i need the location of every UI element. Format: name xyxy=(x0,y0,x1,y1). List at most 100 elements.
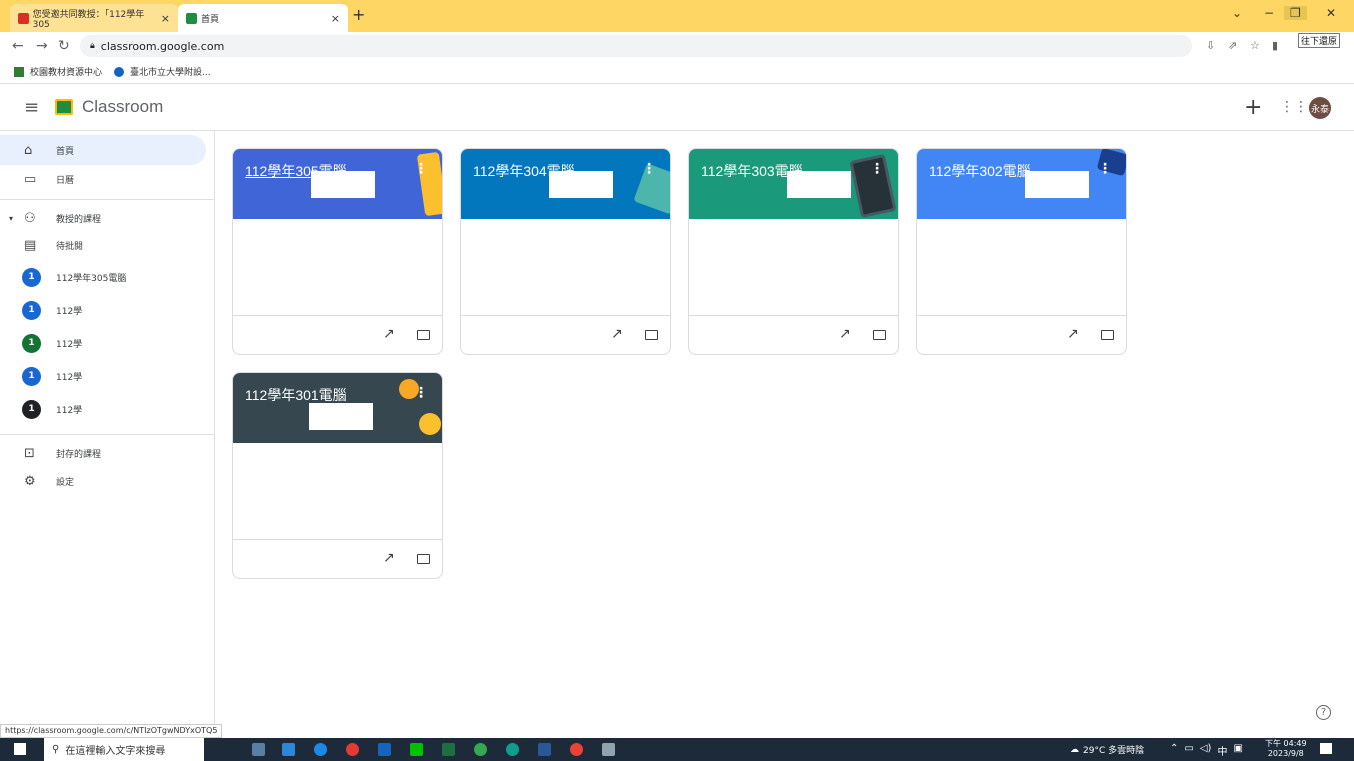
minimize-button[interactable]: − xyxy=(1264,6,1274,20)
tooltip: 往下還原 xyxy=(1298,33,1341,48)
sidebar-item-class[interactable]: 1 112學年305電腦 xyxy=(0,262,206,292)
windows-start-icon[interactable] xyxy=(14,743,26,755)
task-view-icon[interactable] xyxy=(252,743,265,756)
browser-tab-gmail[interactable]: 您受邀共同教授：「112學年305 × xyxy=(10,4,178,32)
bookmark-item[interactable]: 校園教材資源中心 xyxy=(30,65,102,78)
app-icon[interactable] xyxy=(378,743,391,756)
bookmark-favicon-icon xyxy=(14,66,24,77)
more-options-icon[interactable]: ⋮ xyxy=(870,161,884,177)
class-card[interactable]: 112學年302電腦 ⋮ ↗ xyxy=(916,148,1127,355)
sidebar-item-label: 112學 xyxy=(56,372,83,383)
tab-search-icon[interactable]: ⌄ xyxy=(1232,6,1242,20)
more-options-icon[interactable]: ⋮ xyxy=(414,161,428,177)
class-card[interactable]: 112學年301電腦 ⋮ ↗ xyxy=(232,372,443,579)
help-icon[interactable]: ? xyxy=(1316,705,1331,720)
forward-icon[interactable]: → xyxy=(36,38,48,54)
trending-icon[interactable]: ↗ xyxy=(1067,326,1079,342)
notification-icon[interactable] xyxy=(1320,743,1332,754)
new-tab-button[interactable]: + xyxy=(352,5,365,24)
volume-icon[interactable]: ◁) xyxy=(1200,743,1212,758)
folder-icon[interactable] xyxy=(1101,330,1114,340)
restore-button[interactable]: ❐ xyxy=(1284,6,1307,20)
sidebar-item-calendar[interactable]: ▭ 日曆 xyxy=(0,164,206,194)
search-icon: ⚲ xyxy=(52,744,60,755)
taskbar-clock[interactable]: 下午 04:49 2023/9/8 xyxy=(1265,739,1307,759)
close-icon[interactable]: × xyxy=(331,12,340,25)
back-icon[interactable]: ← xyxy=(12,38,24,54)
edge-legacy-icon[interactable] xyxy=(314,743,327,756)
chrome-icon[interactable] xyxy=(570,743,583,756)
add-class-button[interactable]: + xyxy=(1244,95,1262,120)
weather-text: 29°C 多雲時陰 xyxy=(1083,746,1145,756)
weather-widget[interactable]: ☁ 29°C 多雲時陰 xyxy=(1070,743,1145,757)
browser-tab-classroom[interactable]: 首頁 × xyxy=(178,4,348,32)
chrome-icon[interactable] xyxy=(346,743,359,756)
chevron-up-icon[interactable]: ⌃ xyxy=(1170,743,1178,758)
excel-icon[interactable] xyxy=(442,743,455,756)
trending-icon[interactable]: ↗ xyxy=(839,326,851,342)
sidebar: ⌂ 首頁 ▭ 日曆 ▾ ⚇ 教授的課程 ▤ 待批閱 1 112學年305電腦 1… xyxy=(0,131,215,730)
file-explorer-icon[interactable] xyxy=(282,743,295,756)
address-bar[interactable]: 🔒︎ classroom.google.com xyxy=(80,35,1192,57)
sidebar-item-to-review[interactable]: ▤ 待批閱 xyxy=(0,230,206,260)
sidebar-item-class[interactable]: 1 112學 xyxy=(0,394,206,424)
app-icon[interactable] xyxy=(602,743,615,756)
card-footer: ↗ xyxy=(917,315,1126,354)
ime-indicator[interactable]: 中 xyxy=(1217,743,1227,758)
sidebar-item-class[interactable]: 1 112學 xyxy=(0,361,206,391)
sidebar-item-label: 112學 xyxy=(56,339,83,350)
taskbar-search[interactable]: ⚲ 在這裡輸入文字來搜尋 xyxy=(44,738,204,761)
redacted-box xyxy=(1025,171,1089,198)
close-icon[interactable]: × xyxy=(161,12,170,25)
sidebar-item-class[interactable]: 1 112學 xyxy=(0,295,206,325)
redacted-box xyxy=(549,171,613,198)
more-options-icon[interactable]: ⋮ xyxy=(414,385,428,401)
card-footer: ↗ xyxy=(461,315,670,354)
taskbar: ⚲ 在這裡輸入文字來搜尋 ☁ 29°C 多雲時陰 ⌃ ▭ ◁) 中 ▣ 下午 0… xyxy=(0,738,1354,761)
bookmark-item[interactable]: 臺北市立大學附設... xyxy=(130,65,211,78)
card-footer: ↗ xyxy=(689,315,898,354)
date: 2023/9/8 xyxy=(1267,749,1304,758)
archive-icon: ⊡ xyxy=(24,445,35,461)
bookmarks-bar: 校園教材資源中心 臺北市立大學附設... xyxy=(0,60,1354,84)
line-icon[interactable] xyxy=(410,743,423,756)
sidebar-item-settings[interactable]: ⚙ 設定 xyxy=(0,466,206,496)
chrome-icon[interactable] xyxy=(474,743,487,756)
avatar[interactable]: 永泰 xyxy=(1309,97,1331,119)
network-icon[interactable]: ▭ xyxy=(1184,743,1193,758)
card-title[interactable]: 112學年301電腦 xyxy=(245,385,347,405)
class-card[interactable]: 112學年305電腦 ⋮ ↗ xyxy=(232,148,443,355)
close-window-button[interactable]: ✕ xyxy=(1326,6,1336,20)
sidebar-item-home[interactable]: ⌂ 首頁 xyxy=(0,135,206,165)
cloud-icon: ☁ xyxy=(1070,744,1079,755)
word-icon[interactable] xyxy=(538,743,551,756)
sidebar-item-label: 待批閱 xyxy=(56,241,84,252)
trending-icon[interactable]: ↗ xyxy=(383,326,395,342)
side-panel-icon[interactable]: ▮ xyxy=(1272,39,1278,52)
keyboard-icon[interactable]: ▣ xyxy=(1233,743,1242,758)
card-banner xyxy=(917,149,1126,219)
main-menu-icon[interactable]: ≡ xyxy=(24,97,39,118)
app-title[interactable]: Classroom xyxy=(82,97,163,117)
install-icon[interactable]: ⇩ xyxy=(1206,39,1215,52)
class-card[interactable]: 112學年303電腦 ⋮ ↗ xyxy=(688,148,899,355)
folder-icon[interactable] xyxy=(417,330,430,340)
card-title[interactable]: 112學年302電腦 xyxy=(929,161,1031,181)
trending-icon[interactable]: ↗ xyxy=(383,550,395,566)
class-card[interactable]: 112學年304電腦 ⋮ ↗ xyxy=(460,148,671,355)
divider xyxy=(0,434,214,435)
folder-icon[interactable] xyxy=(873,330,886,340)
folder-icon[interactable] xyxy=(645,330,658,340)
sidebar-item-class[interactable]: 1 112學 xyxy=(0,328,206,358)
sidebar-item-label: 112學年305電腦 xyxy=(56,273,127,284)
more-options-icon[interactable]: ⋮ xyxy=(1098,161,1112,177)
reload-icon[interactable]: ↻ xyxy=(58,38,70,54)
edge-icon[interactable] xyxy=(506,743,519,756)
trending-icon[interactable]: ↗ xyxy=(611,326,623,342)
sidebar-item-teaching[interactable]: ▾ ⚇ 教授的課程 xyxy=(0,203,206,233)
more-options-icon[interactable]: ⋮ xyxy=(642,161,656,177)
folder-icon[interactable] xyxy=(417,554,430,564)
bookmark-star-icon[interactable]: ☆ xyxy=(1250,39,1260,52)
sidebar-item-archived[interactable]: ⊡ 封存的課程 xyxy=(0,438,206,468)
share-icon[interactable]: ⇗ xyxy=(1228,39,1237,52)
